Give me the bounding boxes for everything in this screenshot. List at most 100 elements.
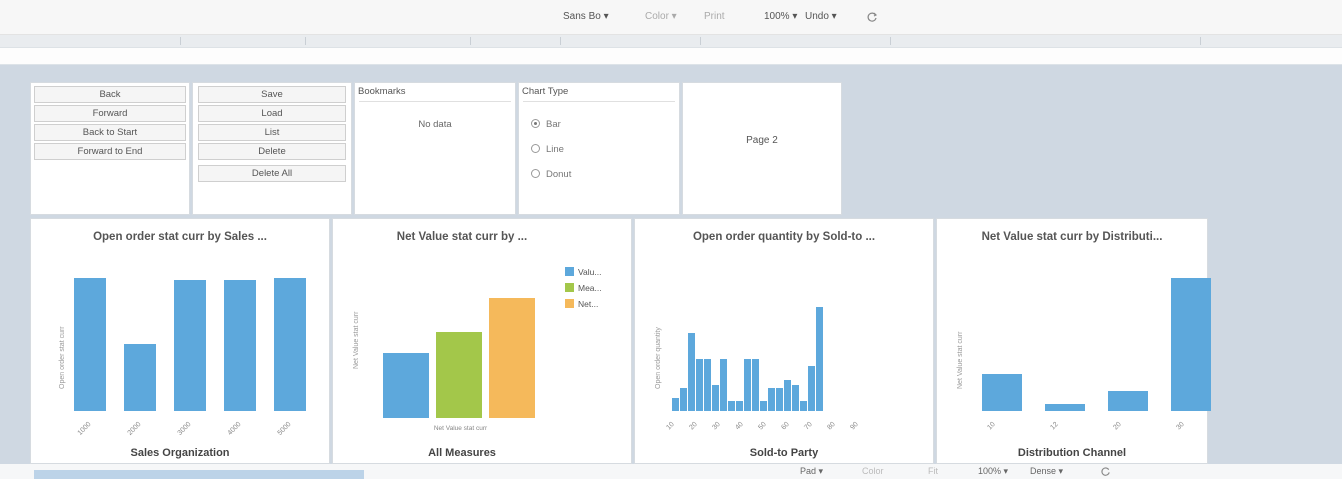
bookmark-actions-panel: Save Load List Delete Delete All: [192, 82, 352, 215]
x-tick-label: 1000: [76, 421, 93, 437]
refresh-icon[interactable]: [866, 11, 878, 26]
x-tick-label: 40: [734, 421, 745, 432]
chart-bar[interactable]: [808, 365, 815, 411]
x-tick-label: 20: [1112, 421, 1123, 432]
x-tick-label: 90: [849, 421, 860, 432]
top-toolbar: Sans Bo ▾ Color ▾ Print 100% ▾ Undo ▾: [0, 0, 1342, 35]
color-select[interactable]: Color ▾: [645, 11, 677, 22]
x-tick-label: 30: [711, 421, 722, 432]
x-axis-label: All Measures: [428, 447, 496, 459]
chart-bar[interactable]: [784, 379, 791, 411]
chart-bar[interactable]: [74, 277, 106, 411]
bookmarks-panel: Bookmarks No data: [354, 82, 516, 215]
x-tick-label: 80: [826, 421, 837, 432]
legend-item: Net...: [565, 299, 598, 309]
legend-item: Mea...: [565, 283, 602, 293]
back-to-start-button[interactable]: Back to Start: [34, 124, 186, 141]
chart-title: Net Value stat curr by ...: [396, 231, 528, 243]
chart-bar[interactable]: [436, 332, 482, 418]
radio-selected-icon: [531, 119, 540, 128]
chart-bar[interactable]: [736, 400, 743, 411]
chart-bar[interactable]: [124, 344, 156, 411]
radio-donut[interactable]: Donut: [531, 169, 571, 180]
radio-icon: [531, 144, 540, 153]
chart-bar[interactable]: [712, 385, 719, 411]
chart-bar[interactable]: [816, 307, 823, 411]
chart-title: Open order stat curr by Sales ...: [93, 231, 267, 243]
chart-bar[interactable]: [696, 359, 703, 411]
x-tick-label: 20: [688, 421, 699, 432]
refresh-icon[interactable]: [1100, 466, 1111, 479]
y-axis-label: Net Value stat curr: [353, 311, 360, 369]
chart-bar[interactable]: [383, 353, 429, 418]
load-button[interactable]: Load: [198, 105, 346, 122]
chart-bar[interactable]: [1171, 277, 1211, 411]
chart-bar[interactable]: [489, 298, 535, 418]
chart-bar[interactable]: [728, 400, 735, 411]
print-button[interactable]: Print: [704, 11, 725, 22]
radio-bar[interactable]: Bar: [531, 119, 561, 130]
chart-type-panel: Chart Type Bar Line Donut: [518, 82, 680, 215]
page-panel: Page 2: [682, 82, 842, 215]
chart-panel-sold-to: Open order quantity by Sold-to ... Sold-…: [634, 218, 934, 464]
font-select[interactable]: Sans Bo ▾: [563, 11, 609, 22]
y-axis-label: Net Value stat curr: [957, 331, 964, 389]
chart-bar[interactable]: [982, 373, 1022, 411]
chart-panel-distribution: Net Value stat curr by Distributi... Dis…: [936, 218, 1211, 464]
bookmarks-title: Bookmarks: [358, 86, 406, 97]
chart-bar[interactable]: [1108, 391, 1148, 411]
chart-bar[interactable]: [744, 359, 751, 411]
chart-bar[interactable]: [760, 400, 767, 411]
x-tick-label: Net Value stat curr: [433, 425, 488, 432]
chart-panel-sales-org: Open order stat curr by Sales ... Sales …: [30, 218, 330, 464]
back-button[interactable]: Back: [34, 86, 186, 103]
bookmarks-empty-text: No data: [418, 119, 452, 130]
radio-line[interactable]: Line: [531, 144, 564, 155]
chart-bar[interactable]: [1045, 404, 1085, 411]
chart-bar[interactable]: [720, 359, 727, 411]
y-axis-label: Open order stat curr: [59, 326, 66, 389]
page-label: Page 2: [746, 135, 778, 146]
chart-panel-all-measures: Net Value stat curr by ... All Measures …: [332, 218, 632, 464]
undo-select[interactable]: Undo ▾: [805, 11, 837, 22]
ribbon: [0, 35, 1342, 48]
chart-bar[interactable]: [672, 398, 679, 411]
x-tick-label: 30: [1175, 421, 1186, 432]
chart-bar[interactable]: [768, 387, 775, 411]
navigation-panel: Back Forward Back to Start Forward to En…: [30, 82, 190, 215]
chart-bar[interactable]: [776, 387, 783, 411]
sheet-tab[interactable]: [34, 470, 364, 479]
chart-bar[interactable]: [792, 385, 799, 411]
page-select[interactable]: Pad ▾: [800, 466, 823, 477]
dense-select[interactable]: Dense ▾: [1030, 466, 1063, 477]
legend-item: Valu...: [565, 267, 601, 277]
forward-button[interactable]: Forward: [34, 105, 186, 122]
delete-button[interactable]: Delete: [198, 143, 346, 160]
x-axis-label: Sold-to Party: [749, 447, 819, 459]
x-tick-label: 60: [780, 421, 791, 432]
chart-bar[interactable]: [224, 280, 256, 411]
chart-bar[interactable]: [274, 277, 306, 411]
delete-all-button[interactable]: Delete All: [198, 165, 346, 182]
chart-bar[interactable]: [704, 359, 711, 411]
fit-button[interactable]: Fit: [928, 466, 938, 476]
chart-bar[interactable]: [800, 400, 807, 411]
x-tick-label: 10: [665, 421, 676, 432]
zoom-select[interactable]: 100% ▾: [764, 11, 797, 22]
x-tick-label: 70: [803, 421, 814, 432]
chart-bar[interactable]: [174, 280, 206, 411]
chart-bar[interactable]: [688, 333, 695, 411]
zoom-select[interactable]: 100% ▾: [978, 466, 1008, 477]
color-select[interactable]: Color: [862, 466, 884, 476]
save-button[interactable]: Save: [198, 86, 346, 103]
list-button[interactable]: List: [198, 124, 346, 141]
x-tick-label: 4000: [226, 421, 243, 437]
chart-bar[interactable]: [680, 387, 687, 411]
forward-to-end-button[interactable]: Forward to End: [34, 143, 186, 160]
radio-icon: [531, 169, 540, 178]
x-tick-label: 2000: [126, 421, 143, 437]
chart-bar[interactable]: [752, 359, 759, 411]
x-tick-label: 12: [1049, 421, 1060, 432]
chart-type-title: Chart Type: [522, 86, 569, 97]
x-tick-label: 3000: [176, 421, 193, 437]
